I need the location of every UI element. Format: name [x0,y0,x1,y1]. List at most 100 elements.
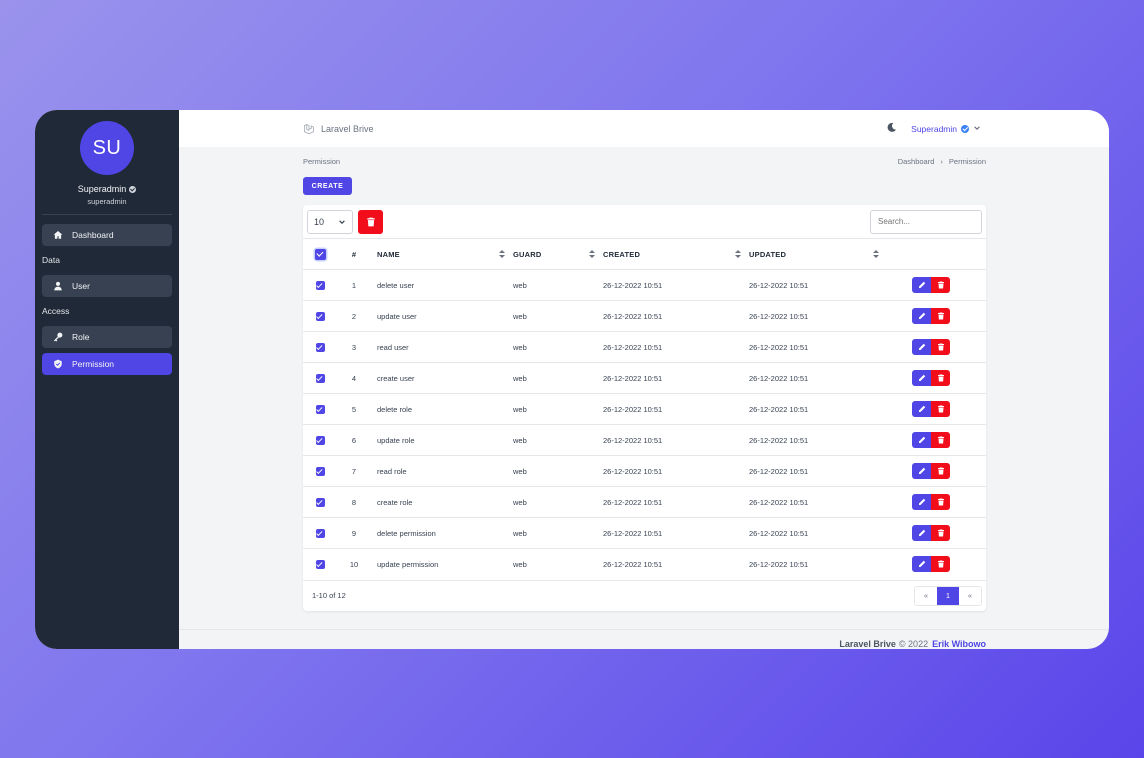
per-page-select[interactable]: 10 [307,209,353,234]
row-name: update user [371,300,513,332]
table-row: 3 read user web 26-12-2022 10:51 26-12-2… [303,331,986,363]
breadcrumb: Dashboard › Permission [898,157,986,166]
row-num: 3 [337,331,371,363]
row-num: 4 [337,362,371,394]
row-checkbox[interactable] [315,560,325,569]
edit-button[interactable] [912,463,931,479]
row-checkbox[interactable] [315,435,325,445]
pager-next[interactable]: « [959,586,981,605]
edit-button[interactable] [912,401,931,417]
row-checkbox[interactable] [315,497,325,507]
title-row: Permission Dashboard › Permission [303,157,986,166]
table-row: 7 read role web 26-12-2022 10:51 26-12-2… [303,455,986,487]
chevron-down-icon [339,219,345,224]
sidebar-item-label: Dashboard [72,230,114,240]
pager-page-1[interactable]: 1 [937,586,959,605]
row-created: 26-12-2022 10:51 [603,517,749,549]
sidebar-divider [42,214,172,215]
user-menu-name: Superadmin [911,123,957,134]
chevron-down-icon [973,124,981,134]
create-button[interactable]: CREATE [303,177,352,195]
pencil-icon [918,529,925,536]
key-icon [53,332,63,342]
delete-button[interactable] [931,370,950,386]
sidebar-nav: Dashboard Data User Access Role Permissi… [42,224,172,380]
search-input[interactable] [870,209,982,234]
delete-button[interactable] [931,525,950,541]
sidebar-item-permission[interactable]: Permission [42,353,172,375]
edit-button[interactable] [912,339,931,355]
sidebar-section-access: Access [42,306,70,316]
row-updated: 26-12-2022 10:51 [749,517,887,549]
moon-icon[interactable] [886,122,897,135]
sidebar-section-data: Data [42,255,60,265]
edit-button[interactable] [912,277,931,293]
edit-button[interactable] [912,556,931,573]
row-num: 6 [337,424,371,456]
delete-button[interactable] [931,432,950,448]
sidebar-item-dashboard[interactable]: Dashboard [42,224,172,246]
trash-icon [937,281,944,289]
delete-button[interactable] [931,556,950,573]
sort-icon [589,250,595,258]
row-checkbox[interactable] [315,311,325,321]
row-updated: 26-12-2022 10:51 [749,362,887,394]
edit-button[interactable] [912,308,931,324]
header-updated[interactable]: UPDATED [749,238,887,270]
row-created: 26-12-2022 10:51 [603,424,749,456]
sidebar-item-label: User [72,281,90,291]
row-select-cell [303,269,337,301]
row-actions [887,331,986,363]
pencil-icon [918,312,925,319]
delete-button[interactable] [931,463,950,479]
bulk-delete-button[interactable] [358,209,383,234]
row-checkbox[interactable] [315,466,325,476]
row-name: create role [371,486,513,518]
trash-icon [937,374,944,382]
delete-button[interactable] [931,339,950,355]
row-actions [887,455,986,487]
header-created[interactable]: CREATED [603,238,749,270]
pager-prev[interactable]: « [915,586,937,605]
row-select-cell [303,455,337,487]
edit-button[interactable] [912,494,931,510]
row-guard: web [513,362,603,394]
row-checkbox[interactable] [315,373,325,383]
pencil-icon [918,343,925,350]
delete-button[interactable] [931,401,950,417]
breadcrumb-dashboard[interactable]: Dashboard [898,157,935,166]
edit-button[interactable] [912,525,931,541]
avatar[interactable]: SU [80,121,134,175]
header-name[interactable]: NAME [371,238,513,270]
row-actions [887,300,986,332]
row-name: read role [371,455,513,487]
edit-button[interactable] [912,370,931,386]
user-menu-dropdown[interactable]: Superadmin [911,124,981,134]
row-num: 7 [337,455,371,487]
sidebar-item-label: Role [72,332,90,342]
row-created: 26-12-2022 10:51 [603,362,749,394]
row-checkbox[interactable] [315,528,325,538]
row-created: 26-12-2022 10:51 [603,269,749,301]
sidebar-item-role[interactable]: Role [42,326,172,348]
row-checkbox[interactable] [315,404,325,414]
row-name: read user [371,331,513,363]
footer-author-link[interactable]: Erik Wibowo [932,639,986,649]
sort-icon [499,250,505,258]
delete-button[interactable] [931,494,950,510]
row-checkbox[interactable] [315,280,325,290]
edit-button[interactable] [912,432,931,448]
row-checkbox[interactable] [315,342,325,352]
table-body: 1 delete user web 26-12-2022 10:51 26-12… [303,269,986,580]
table-row: 8 create role web 26-12-2022 10:51 26-12… [303,486,986,518]
header-guard[interactable]: GUARD [513,238,603,270]
delete-button[interactable] [931,277,950,293]
delete-button[interactable] [931,308,950,324]
row-updated: 26-12-2022 10:51 [749,269,887,301]
row-select-cell [303,300,337,332]
sidebar-item-user[interactable]: User [42,275,172,297]
topbar: Laravel Brive Superadmin [179,110,1109,147]
brand[interactable]: Laravel Brive [303,123,374,135]
select-all-checkbox[interactable] [314,248,326,260]
main-area: Laravel Brive Superadmin Permission Dash… [179,110,1109,649]
